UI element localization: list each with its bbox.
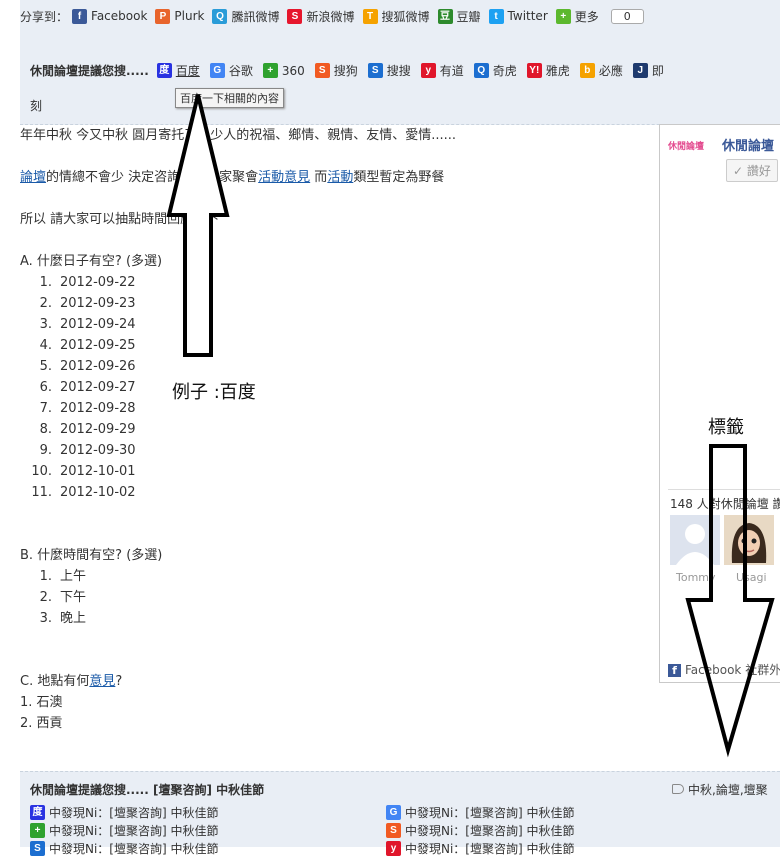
baidu-icon: 度	[30, 805, 45, 820]
youdao-icon: y	[386, 841, 401, 856]
related-link-text: 中發現Ni：[壇聚咨詢] 中秋佳節	[49, 842, 219, 856]
annotation-overlay	[166, 94, 775, 758]
related-link-text: 中發現Ni：[壇聚咨詢] 中秋佳節	[405, 824, 575, 838]
related-search-bar: 休閒論壇提議您搜..... [壇聚咨詢] 中秋佳節 中秋,論壇,壇聚 度中發現N…	[20, 771, 780, 856]
tags-list: 中秋,論壇,壇聚	[672, 781, 768, 798]
tag-icon	[672, 784, 684, 794]
sogou-icon: S	[386, 823, 401, 838]
related-link-text: 中發現Ni：[壇聚咨詢] 中秋佳節	[49, 806, 219, 820]
related-search-link[interactable]: S 中發現Ni：[壇聚咨詢] 中秋佳節	[30, 840, 219, 857]
related-search-link[interactable]: S 中發現Ni：[壇聚咨詢] 中秋佳節	[386, 822, 575, 839]
related-link-text: 中發現Ni：[壇聚咨詢] 中秋佳節	[405, 806, 575, 820]
related-search-link[interactable]: + 中發現Ni：[壇聚咨詢] 中秋佳節	[30, 822, 219, 839]
tags-text[interactable]: 中秋,論壇,壇聚	[688, 783, 768, 797]
annotation-example-label: 例子 :百度	[172, 382, 256, 403]
related-title: 休閒論壇提議您搜..... [壇聚咨詢] 中秋佳節	[30, 783, 265, 797]
up-arrow-annotation	[166, 94, 230, 357]
related-search-link[interactable]: y 中發現Ni：[壇聚咨詢] 中秋佳節	[386, 840, 575, 857]
related-search-link[interactable]: G 中發現Ni：[壇聚咨詢] 中秋佳節	[386, 804, 575, 821]
google-icon: G	[386, 805, 401, 820]
soso-icon: S	[30, 841, 45, 856]
down-arrow-annotation	[685, 444, 775, 758]
related-search-link[interactable]: 度中發現Ni：[壇聚咨詢] 中秋佳節	[30, 804, 219, 821]
annotation-tag-label: 標籤	[708, 417, 744, 438]
so360-icon: +	[30, 823, 45, 838]
related-link-text: 中發現Ni：[壇聚咨詢] 中秋佳節	[49, 824, 219, 838]
related-link-text: 中發現Ni：[壇聚咨詢] 中秋佳節	[405, 842, 575, 856]
